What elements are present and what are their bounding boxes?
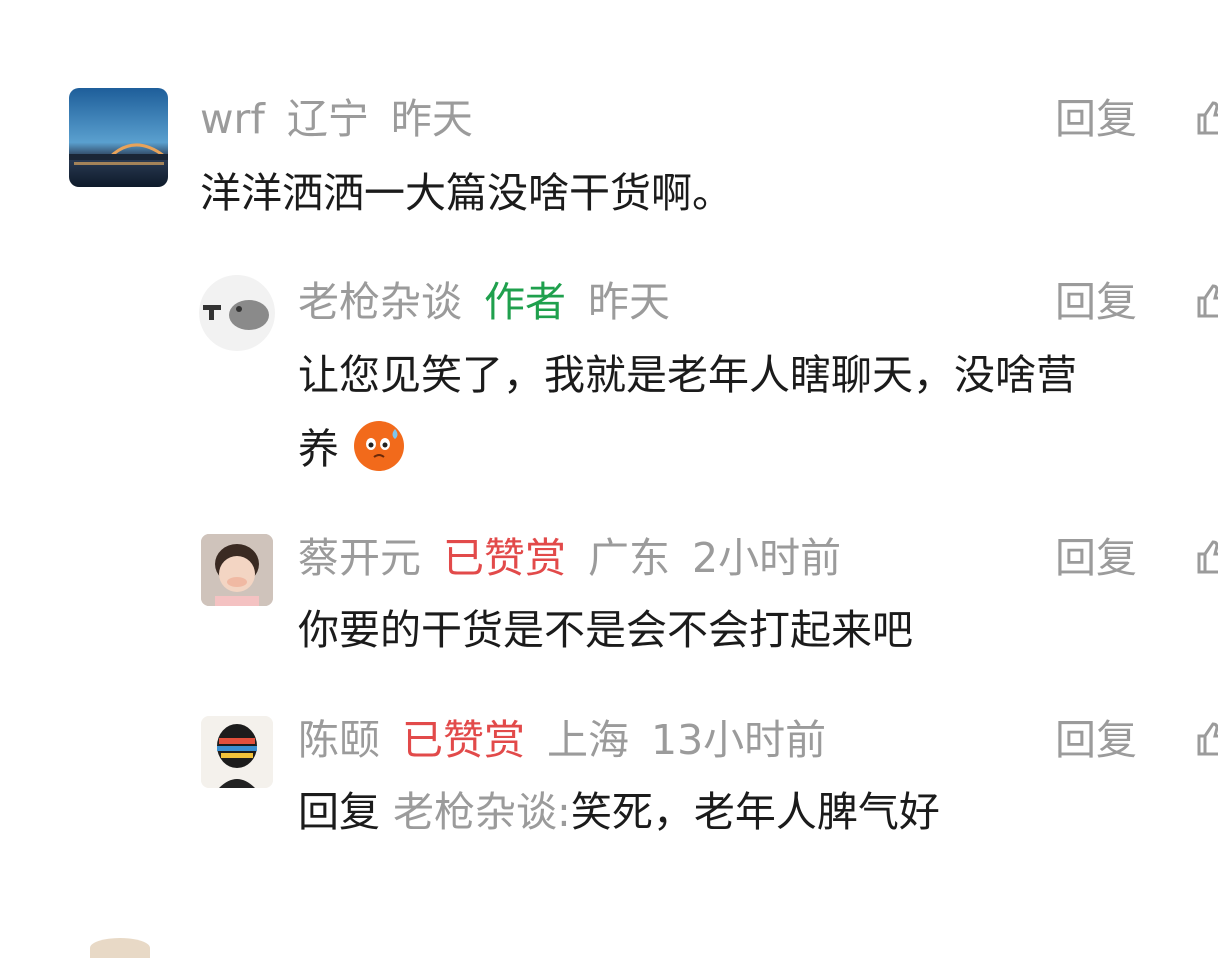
thumbs-up-icon[interactable] xyxy=(1196,284,1218,318)
username[interactable]: wrf xyxy=(200,95,265,143)
comment-text: 你要的干货是不是会不会打起来吧 xyxy=(298,606,913,654)
avatar-image xyxy=(201,716,273,788)
timestamp: 昨天 xyxy=(588,278,670,326)
comment-text-line2: 养 xyxy=(298,417,406,481)
username[interactable]: 老枪杂谈 xyxy=(298,278,462,326)
reply-prefix: 回复 xyxy=(298,788,380,836)
reply-button[interactable]: 回复 xyxy=(1055,95,1137,143)
username[interactable]: 蔡开元 xyxy=(298,534,421,582)
avatar[interactable] xyxy=(201,716,273,788)
avatar[interactable] xyxy=(201,534,273,606)
reply-button[interactable]: 回复 xyxy=(1055,716,1137,764)
comment-meta: wrf 辽宁 昨天 xyxy=(200,95,495,143)
avatar-image xyxy=(69,88,168,187)
sweat-emoji-icon xyxy=(352,419,406,473)
avatar-image xyxy=(201,534,273,606)
tipped-badge: 已赞赏 xyxy=(402,716,525,764)
comment-text: 回复 老枪杂谈:笑死，老年人脾气好 xyxy=(298,780,940,844)
author-badge: 作者 xyxy=(484,278,566,326)
thumbs-up-icon[interactable] xyxy=(1196,540,1218,574)
timestamp: 13小时前 xyxy=(651,716,827,764)
avatar[interactable] xyxy=(199,275,275,351)
timestamp: 昨天 xyxy=(390,95,473,143)
comment-body: 笑死，老年人脾气好 xyxy=(570,788,940,836)
comment-meta: 陈颐 已赞赏 上海 13小时前 xyxy=(298,716,848,764)
avatar[interactable] xyxy=(69,88,168,187)
thumbs-up-icon[interactable] xyxy=(1196,722,1218,756)
comment-meta: 蔡开元 已赞赏 广东 2小时前 xyxy=(298,534,863,582)
timestamp: 2小时前 xyxy=(692,534,842,582)
comment-text: 让您见笑了，我就是老年人瞎聊天，没啥营 xyxy=(298,351,1077,399)
tipped-badge: 已赞赏 xyxy=(443,534,566,582)
comment-text-continuation: 养 xyxy=(298,425,339,473)
avatar-partial xyxy=(90,938,150,958)
username[interactable]: 陈颐 xyxy=(298,716,380,764)
comment-meta: 老枪杂谈 作者 昨天 xyxy=(298,278,692,326)
thumbs-up-icon[interactable] xyxy=(1196,101,1218,135)
location: 辽宁 xyxy=(286,95,369,143)
mention-link[interactable]: 老枪杂谈: xyxy=(393,788,571,836)
comment-text: 洋洋洒洒一大篇没啥干货啊。 xyxy=(200,169,733,217)
location: 上海 xyxy=(547,716,629,764)
avatar-image xyxy=(203,300,269,330)
location: 广东 xyxy=(588,534,670,582)
reply-button[interactable]: 回复 xyxy=(1055,534,1137,582)
reply-button[interactable]: 回复 xyxy=(1055,278,1137,326)
